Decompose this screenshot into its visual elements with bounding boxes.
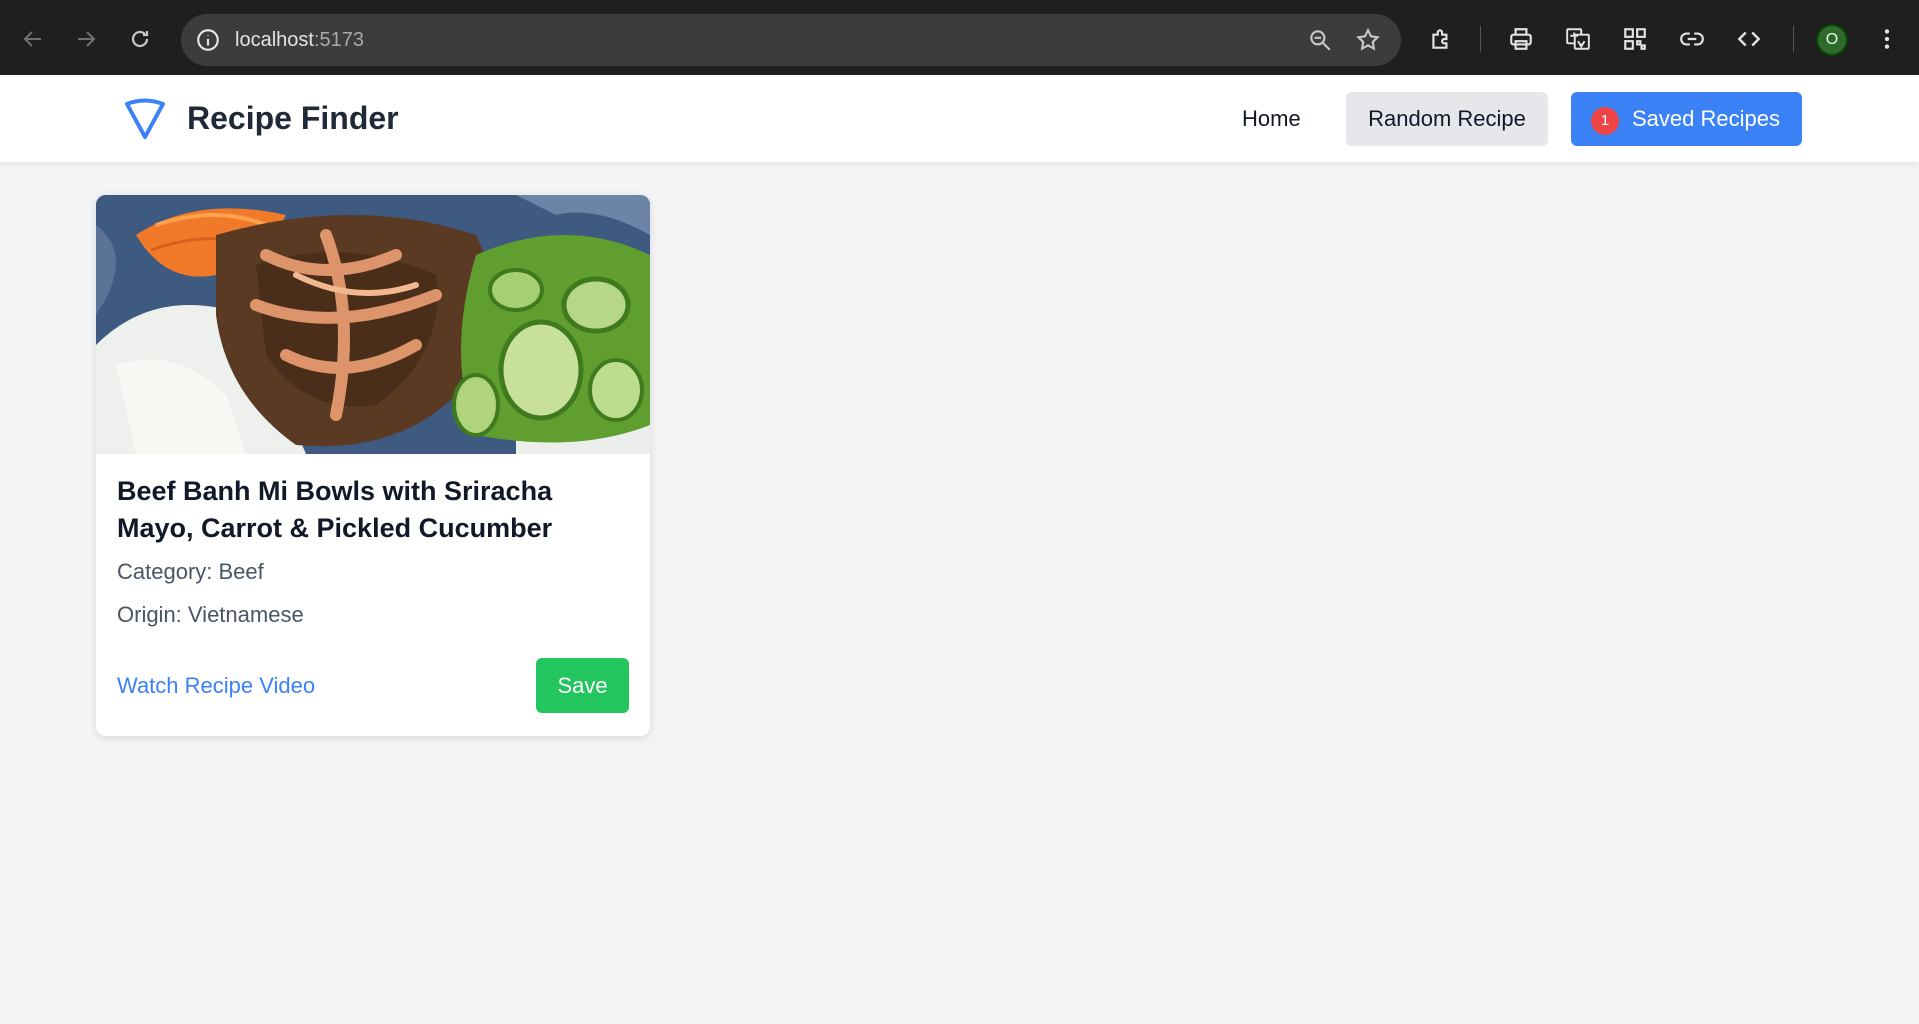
brand-title[interactable]: Recipe Finder xyxy=(187,75,399,162)
browser-toolbar: localhost:5173 O xyxy=(0,0,1919,75)
menu-dots-icon[interactable] xyxy=(1868,20,1906,58)
address-bar[interactable]: localhost:5173 xyxy=(181,14,1401,66)
recipe-origin: Origin: Vietnamese xyxy=(117,602,304,627)
url-text: localhost:5173 xyxy=(235,14,364,66)
logo-icon[interactable] xyxy=(122,95,168,141)
recipe-card-body: Beef Banh Mi Bowls with Sriracha Mayo, C… xyxy=(117,473,629,630)
recipe-card-actions: Watch Recipe Video Save xyxy=(117,658,629,713)
toolbar-divider xyxy=(1793,26,1794,52)
saved-recipes-label: Saved Recipes xyxy=(1632,106,1780,131)
site-info-icon[interactable] xyxy=(195,27,221,53)
watch-video-link[interactable]: Watch Recipe Video xyxy=(117,658,315,713)
saved-count-badge: 1 xyxy=(1591,106,1619,135)
zoom-icon[interactable] xyxy=(1307,27,1333,53)
profile-avatar[interactable]: O xyxy=(1816,24,1848,56)
saved-recipes-button[interactable]: 1 Saved Recipes xyxy=(1571,92,1802,146)
print-icon[interactable] xyxy=(1502,20,1540,58)
translate-icon[interactable] xyxy=(1559,20,1597,58)
extensions-icon[interactable] xyxy=(1422,20,1460,58)
toolbar-divider xyxy=(1480,26,1481,52)
bookmark-star-icon[interactable] xyxy=(1355,27,1381,53)
back-icon[interactable] xyxy=(14,20,52,58)
app-navbar: Recipe Finder Home Random Recipe 1 Saved… xyxy=(0,75,1919,162)
link-icon[interactable] xyxy=(1673,20,1711,58)
url-host: localhost xyxy=(235,29,314,51)
qr-code-icon[interactable] xyxy=(1616,20,1654,58)
reload-icon[interactable] xyxy=(121,20,159,58)
code-icon[interactable] xyxy=(1730,20,1768,58)
forward-icon[interactable] xyxy=(67,20,105,58)
recipe-category: Category: Beef xyxy=(117,559,264,584)
nav-home-button[interactable]: Home xyxy=(1222,93,1321,145)
recipe-card: Beef Banh Mi Bowls with Sriracha Mayo, C… xyxy=(96,195,650,736)
save-recipe-button[interactable]: Save xyxy=(536,658,629,713)
url-port: :5173 xyxy=(313,29,364,51)
recipe-image xyxy=(96,195,650,454)
recipe-title: Beef Banh Mi Bowls with Sriracha Mayo, C… xyxy=(117,476,553,543)
random-recipe-button[interactable]: Random Recipe xyxy=(1346,92,1548,146)
